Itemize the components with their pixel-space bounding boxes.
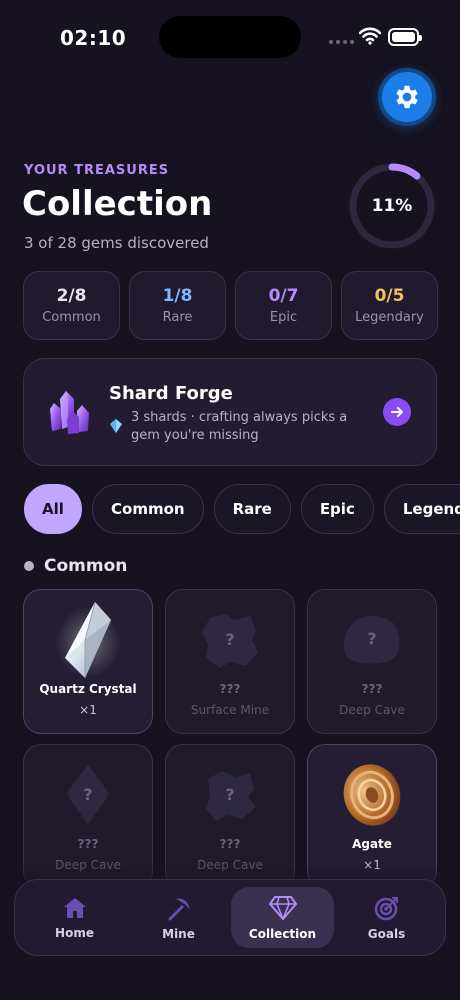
locked-pebble-gem-icon: ? (343, 616, 400, 664)
stat-card-legendary: 0/5 Legendary (341, 271, 438, 340)
filter-chip-rare[interactable]: Rare (213, 484, 291, 534)
gem-name: Quartz Crystal (39, 682, 137, 696)
stat-label: Legendary (355, 310, 424, 325)
rarity-stats: 2/8 Common 1/8 Rare 0/7 Epic 0/5 Legenda… (23, 271, 438, 340)
bottom-tab-bar: Home Mine Collection Goals (14, 879, 446, 956)
shard-forge-card[interactable]: Shard Forge 3 shards · crafting always p… (23, 358, 437, 466)
gem-name: ??? (219, 837, 241, 851)
stat-card-epic: 0/7 Epic (235, 271, 332, 340)
filter-chip-legendary[interactable]: Legendary (383, 484, 460, 534)
locked-rock-gem-icon: ? (202, 614, 258, 668)
stat-value: 1/8 (162, 286, 193, 306)
cellular-signal-icon (329, 40, 354, 44)
target-icon (374, 896, 398, 920)
section-title: Common (44, 556, 128, 576)
progress-percent: 11% (371, 196, 413, 216)
quartz-crystal-icon (56, 601, 120, 678)
forge-description: 3 shards · crafting always picks a gem y… (131, 410, 348, 443)
tab-goals[interactable]: Goals (335, 887, 438, 948)
page-title: Collection (22, 184, 213, 224)
forge-open-button[interactable] (383, 398, 411, 426)
gear-icon (396, 85, 418, 109)
tab-home[interactable]: Home (23, 887, 126, 948)
gem-name: ??? (219, 682, 241, 696)
gem-card[interactable]: Quartz Crystal ×1 (23, 589, 153, 734)
rarity-filter-bar: All Common Rare Epic Legendary (24, 484, 460, 536)
forge-title: Shard Forge (109, 383, 233, 404)
tab-label: Home (55, 925, 94, 940)
stat-label: Rare (162, 310, 193, 325)
gem-count: ×1 (79, 703, 97, 717)
rarity-dot-icon (24, 561, 34, 571)
section-eyebrow: YOUR TREASURES (24, 163, 170, 178)
stat-label: Epic (269, 310, 298, 325)
status-bar: 02:10 (0, 0, 460, 75)
stat-label: Common (42, 310, 101, 325)
filter-chip-common[interactable]: Common (92, 484, 204, 534)
amethyst-cluster-icon (50, 391, 89, 434)
tab-label: Goals (367, 926, 406, 941)
gem-name: ??? (77, 837, 99, 851)
tab-label: Mine (162, 926, 195, 941)
filter-chip-all[interactable]: All (24, 484, 82, 534)
svg-text:?: ? (367, 629, 376, 648)
dynamic-island (159, 16, 301, 58)
stat-value: 2/8 (56, 286, 87, 306)
battery-icon (388, 28, 422, 46)
tab-label: Collection (248, 926, 317, 941)
gem-location: Surface Mine (190, 703, 270, 717)
filter-chip-epic[interactable]: Epic (300, 484, 374, 534)
shard-icon (110, 419, 122, 433)
gem-name: Agate (352, 837, 392, 851)
stat-value: 0/5 (374, 286, 405, 306)
agate-icon (343, 764, 401, 826)
gem-card[interactable]: ? ??? Surface Mine (165, 589, 295, 734)
wifi-icon (359, 27, 381, 45)
settings-button[interactable] (378, 68, 436, 126)
diamond-icon (268, 895, 297, 920)
svg-text:?: ? (225, 630, 234, 649)
section-header-common: Common (24, 556, 127, 576)
pickaxe-icon (168, 897, 190, 920)
stat-card-common: 2/8 Common (23, 271, 120, 340)
status-time: 02:10 (60, 26, 127, 50)
stat-card-rare: 1/8 Rare (129, 271, 226, 340)
gem-card[interactable]: ? ??? Deep Cave (307, 589, 437, 734)
gem-name: ??? (361, 682, 383, 696)
locked-diamond-gem-icon: ? (67, 764, 109, 826)
discovery-count: 3 of 28 gems discovered (24, 234, 209, 252)
svg-text:?: ? (225, 785, 234, 804)
stat-value: 0/7 (268, 286, 299, 306)
locked-rock-gem-icon: ? (206, 771, 256, 821)
home-icon (63, 897, 86, 918)
arrow-right-icon (391, 407, 403, 417)
svg-text:?: ? (83, 785, 92, 804)
gem-location: Deep Cave (339, 703, 405, 717)
tab-mine[interactable]: Mine (127, 887, 230, 948)
tab-collection[interactable]: Collection (231, 887, 334, 948)
